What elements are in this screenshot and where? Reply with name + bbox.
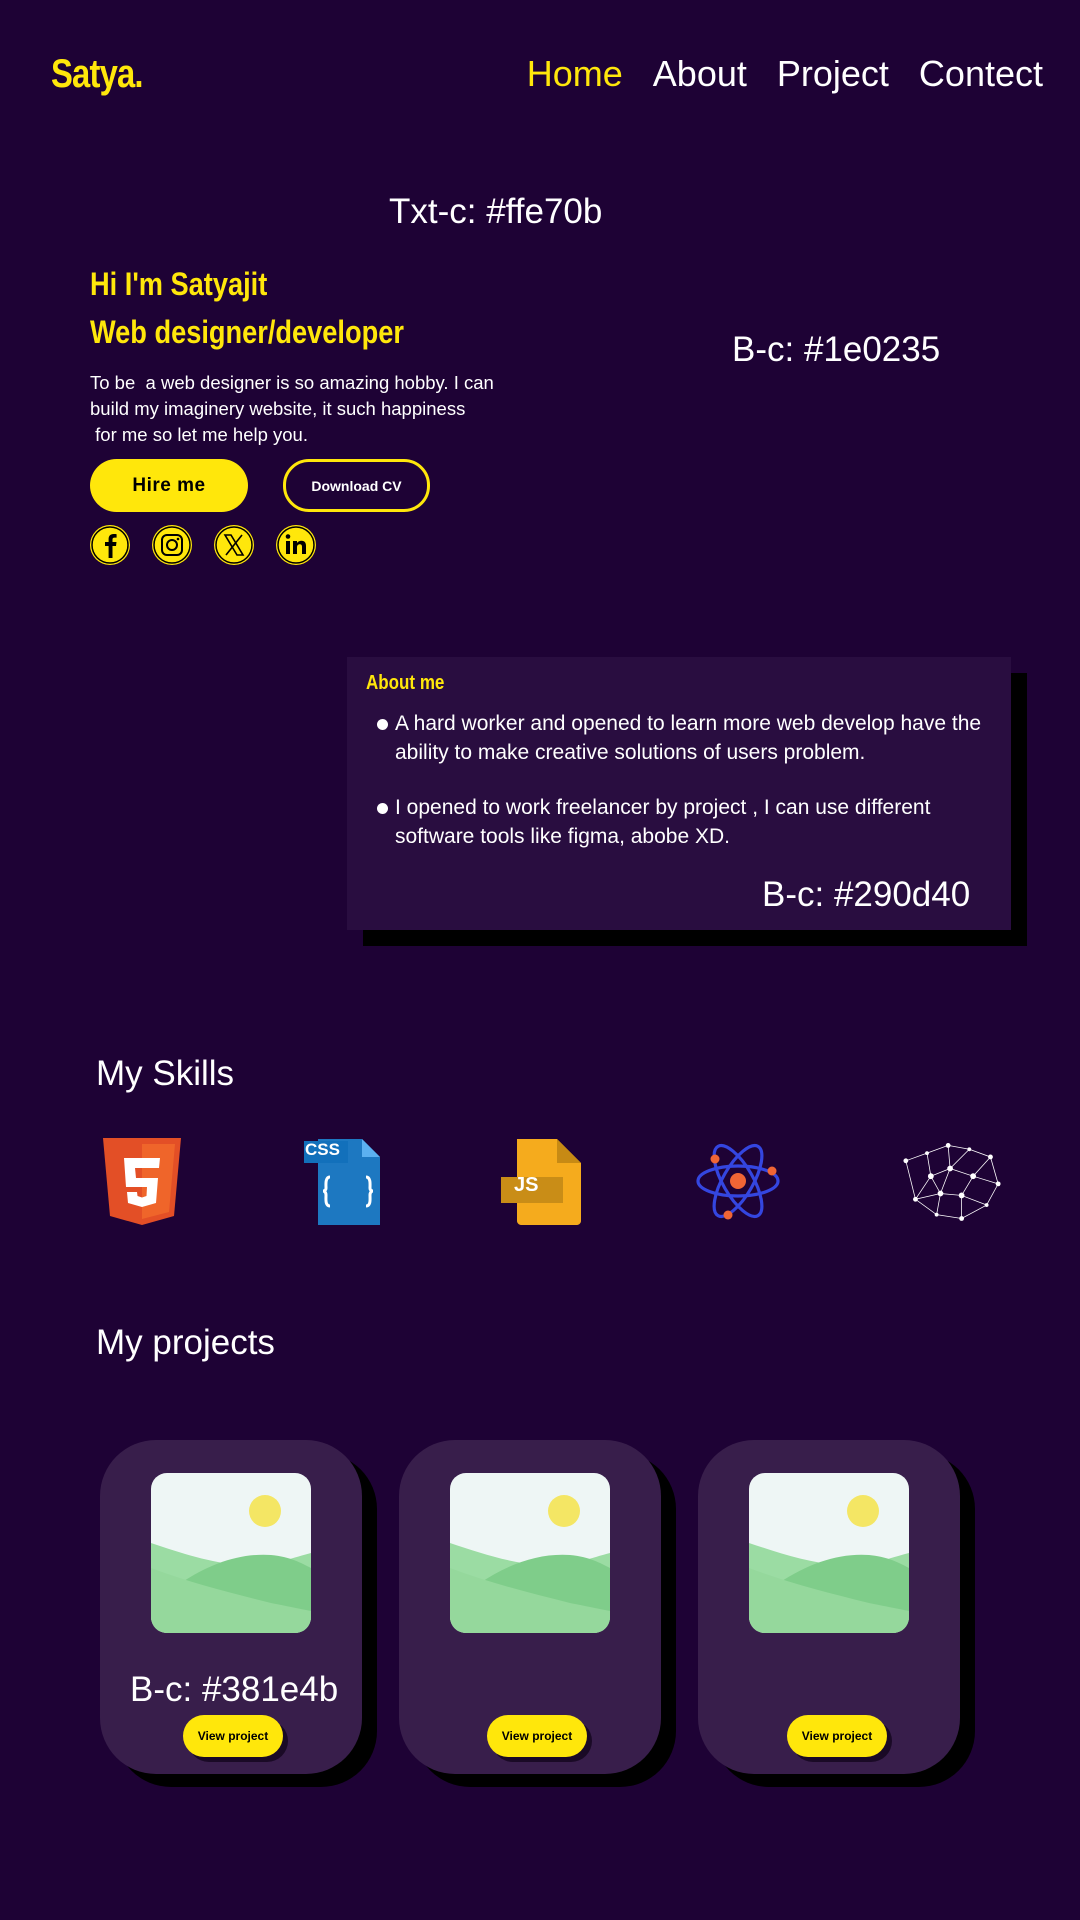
about-bg-note: B-c: #290d40	[762, 875, 971, 914]
project-image	[749, 1473, 909, 1633]
nav-contect[interactable]: Contect	[919, 53, 1043, 95]
view-project-button[interactable]: View project	[487, 1715, 587, 1757]
project-image	[151, 1473, 311, 1633]
bullet-icon	[377, 803, 388, 814]
nav-home[interactable]: Home	[527, 53, 623, 95]
project-card: View project	[399, 1440, 661, 1774]
react-icon	[688, 1131, 788, 1231]
logo[interactable]: Satya.	[51, 52, 144, 97]
network-icon	[902, 1131, 1002, 1231]
css-file-label: CSS	[305, 1140, 340, 1159]
hero-description-line: for me so let me help you.	[90, 424, 308, 445]
about-item-line: ability to make creative solutions of us…	[395, 741, 866, 764]
about-item-line: A hard worker and opened to learn more w…	[395, 712, 982, 735]
about-card: About me A hard worker and opened to lea…	[347, 657, 1011, 930]
download-cv-button[interactable]: Download CV	[283, 459, 430, 512]
project-card: B-c: #381e4b View project	[100, 1440, 362, 1774]
skills-title: My Skills	[96, 1054, 235, 1093]
hero-role: Web designer/developer	[90, 314, 404, 350]
projects-title: My projects	[96, 1323, 275, 1362]
linkedin-icon[interactable]	[276, 525, 316, 565]
social-links	[90, 525, 316, 565]
view-project-button[interactable]: View project	[787, 1715, 887, 1757]
project-image	[450, 1473, 610, 1633]
instagram-icon[interactable]	[152, 525, 192, 565]
nav-project[interactable]: Project	[777, 53, 889, 95]
nav-about[interactable]: About	[653, 53, 747, 95]
project-card: View project	[698, 1440, 960, 1774]
facebook-icon[interactable]	[90, 525, 130, 565]
about-title: About me	[366, 672, 445, 694]
about-item-line: I opened to work freelancer by project ,…	[395, 796, 931, 819]
hero-greeting: Hi I'm Satyajit	[90, 266, 268, 302]
hero-description-line: build my imaginery website, it such happ…	[90, 398, 466, 419]
bullet-icon	[377, 719, 388, 730]
html5-icon	[92, 1131, 192, 1231]
main-nav: Home About Project Contect	[527, 53, 1043, 95]
js-file-icon	[492, 1131, 592, 1231]
about-item: I opened to work freelancer by project ,…	[395, 793, 1005, 851]
about-item: A hard worker and opened to learn more w…	[395, 709, 1005, 767]
view-project-button[interactable]: View project	[183, 1715, 283, 1757]
text-color-note: Txt-c: #ffe70b	[389, 192, 603, 231]
x-icon[interactable]	[214, 525, 254, 565]
hire-me-button[interactable]: Hire me	[90, 459, 248, 512]
bg-color-note: B-c: #1e0235	[732, 330, 941, 369]
hero-description: To be a web designer is so amazing hobby…	[90, 370, 530, 448]
hero-description-line: To be a web designer is so amazing hobby…	[90, 372, 494, 393]
card-bg-note: B-c: #381e4b	[130, 1670, 339, 1709]
about-item-line: software tools like figma, abobe XD.	[395, 825, 730, 848]
js-file-label: JS	[514, 1174, 539, 1196]
